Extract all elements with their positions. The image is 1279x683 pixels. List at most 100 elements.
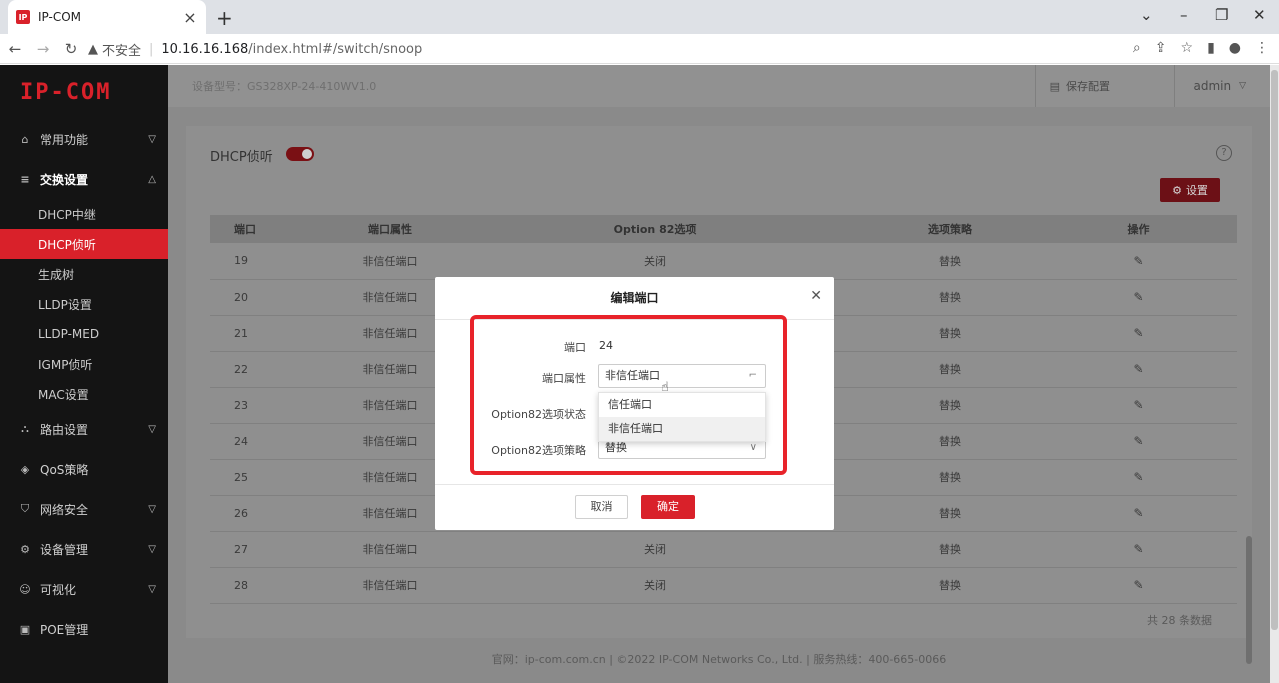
- cell-port: 28: [210, 567, 330, 604]
- zoom-icon[interactable]: ⌕: [1133, 40, 1141, 56]
- sidebar-group-label: 网络安全: [40, 502, 89, 517]
- star-icon[interactable]: ☆: [1181, 40, 1194, 56]
- edit-icon[interactable]: ✎: [1133, 326, 1143, 340]
- back-icon[interactable]: ←: [2, 40, 28, 58]
- shield-icon: ⛉: [20, 502, 30, 515]
- port-label: 端口: [564, 341, 586, 354]
- port-attr-dropdown: 信任端口 非信任端口: [598, 392, 766, 442]
- gear-icon: ⚙: [20, 542, 30, 556]
- dialog-title: 编辑端口: [610, 291, 659, 305]
- tab-title: IP-COM: [38, 10, 82, 24]
- sidebar-item-igmp[interactable]: IGMP侦听: [0, 349, 168, 379]
- cell-port: 26: [210, 495, 330, 532]
- edit-icon[interactable]: ✎: [1133, 434, 1143, 448]
- edit-icon[interactable]: ✎: [1133, 578, 1143, 592]
- sidebar-group-routing[interactable]: ⛬ 路由设置 ▽: [0, 409, 168, 449]
- address-bar: ← → ↻ ▲ 不安全 | 10.16.16.168 /index.html#/…: [0, 34, 1279, 64]
- sidebar-group-visual[interactable]: ☺ 可视化 ▽: [0, 569, 168, 609]
- sidebar-group-poe[interactable]: ▣ POE管理: [0, 609, 168, 649]
- col-action: 操作: [1040, 215, 1237, 243]
- tab-close-icon[interactable]: ×: [182, 8, 198, 27]
- reload-icon[interactable]: ↻: [58, 40, 84, 58]
- cancel-button[interactable]: 取消: [575, 495, 628, 519]
- menu-icon[interactable]: ⋮: [1255, 40, 1269, 56]
- cell-port: 25: [210, 459, 330, 496]
- favicon-icon: IP: [16, 10, 30, 24]
- sidebar-item-mac[interactable]: MAC设置: [0, 379, 168, 409]
- browser-tab[interactable]: IP IP-COM ×: [8, 0, 206, 34]
- option-untrusted[interactable]: 非信任端口: [599, 417, 765, 441]
- profile-icon[interactable]: ●: [1229, 40, 1241, 56]
- minimize-icon[interactable]: –: [1180, 6, 1188, 24]
- port-attr-label: 端口属性: [542, 372, 586, 385]
- edit-icon[interactable]: ✎: [1133, 398, 1143, 412]
- share-icon[interactable]: ⇪: [1155, 40, 1167, 56]
- table-scrollbar[interactable]: [1246, 536, 1252, 664]
- edit-icon[interactable]: ✎: [1133, 506, 1143, 520]
- sidebar-group-label: QoS策略: [40, 462, 89, 477]
- sidebar-group-label: 可视化: [40, 582, 77, 597]
- save-config-button[interactable]: ▤ 保存配置: [1034, 65, 1110, 107]
- sidebar-group-qos[interactable]: ◈ QoS策略: [0, 449, 168, 489]
- sidebar: IP-COM ⌂ 常用功能 ▽ ≡ 交换设置 △ DHCP中继 DHCP侦听 生…: [0, 65, 168, 683]
- sidebar-item-dhcp-snooping[interactable]: DHCP侦听: [0, 229, 168, 259]
- cell-action: ✎: [1040, 279, 1237, 316]
- port-attr-value: 非信任端口: [605, 369, 660, 382]
- cell-policy: 替换: [860, 459, 1040, 496]
- col-opt82: Option 82选项: [450, 215, 860, 243]
- new-tab-icon[interactable]: +: [216, 6, 233, 30]
- url-field[interactable]: ▲ 不安全 | 10.16.16.168 /index.html#/switch…: [88, 36, 1088, 62]
- close-icon[interactable]: ✕: [810, 288, 822, 304]
- confirm-button[interactable]: 确定: [641, 495, 695, 519]
- cell-action: ✎: [1040, 423, 1237, 460]
- edit-icon[interactable]: ✎: [1133, 290, 1143, 304]
- sidepanel-icon[interactable]: ▮: [1207, 40, 1215, 56]
- col-port: 端口: [210, 215, 330, 243]
- sidebar-item-dhcp-relay[interactable]: DHCP中继: [0, 199, 168, 229]
- sidebar-group-security[interactable]: ⛉ 网络安全 ▽: [0, 489, 168, 529]
- page-scrollbar[interactable]: [1271, 70, 1278, 630]
- window-close-icon[interactable]: ✕: [1253, 6, 1266, 24]
- sidebar-group-device[interactable]: ⚙ 设备管理 ▽: [0, 529, 168, 569]
- cell-policy: 替换: [860, 423, 1040, 460]
- plug-icon: ▣: [19, 622, 31, 636]
- edit-icon[interactable]: ✎: [1133, 254, 1143, 268]
- dhcp-snooping-toggle[interactable]: [286, 147, 314, 161]
- option-trusted[interactable]: 信任端口: [599, 393, 765, 417]
- chevron-down-icon: ▽: [148, 543, 156, 555]
- cell-policy: 替换: [860, 279, 1040, 316]
- cell-policy: 替换: [860, 351, 1040, 388]
- help-icon[interactable]: ?: [1216, 145, 1232, 161]
- sidebar-item-lldp-med[interactable]: LLDP-MED: [0, 319, 168, 349]
- sidebar-item-stp[interactable]: 生成树: [0, 259, 168, 289]
- cell-attr: 非信任端口: [330, 531, 450, 568]
- cell-attr: 非信任端口: [330, 387, 450, 424]
- user-menu[interactable]: admin ▽: [1174, 65, 1246, 107]
- warning-icon: ▲: [88, 41, 98, 57]
- sidebar-group-switch[interactable]: ≡ 交换设置 △: [0, 159, 168, 199]
- cell-attr: 非信任端口: [330, 315, 450, 352]
- cell-attr: 非信任端口: [330, 423, 450, 460]
- edit-icon[interactable]: ✎: [1133, 470, 1143, 484]
- save-config-label: 保存配置: [1066, 80, 1110, 93]
- cell-port: 27: [210, 531, 330, 568]
- sidebar-group-label: POE管理: [40, 622, 89, 637]
- edit-icon[interactable]: ✎: [1133, 362, 1143, 376]
- opt82-status-label: Option82选项状态: [491, 408, 586, 421]
- sidebar-group-common[interactable]: ⌂ 常用功能 ▽: [0, 119, 168, 159]
- maximize-icon[interactable]: ❐: [1215, 6, 1228, 24]
- cell-opt82: 关闭: [450, 567, 860, 604]
- cell-action: ✎: [1040, 567, 1237, 604]
- cell-port: 21: [210, 315, 330, 352]
- sidebar-item-lldp[interactable]: LLDP设置: [0, 289, 168, 319]
- cell-port: 19: [210, 243, 330, 280]
- edit-icon[interactable]: ✎: [1133, 542, 1143, 556]
- layers-icon: ◈: [20, 462, 30, 476]
- cell-action: ✎: [1040, 315, 1237, 352]
- settings-button[interactable]: ⚙ 设置: [1160, 178, 1220, 202]
- sidebar-group-label: 设备管理: [40, 542, 89, 557]
- url-host: 10.16.16.168: [161, 41, 249, 57]
- port-attr-select[interactable]: 非信任端口 ⌐: [598, 364, 766, 388]
- forward-icon[interactable]: →: [30, 40, 56, 58]
- tab-search-icon[interactable]: ⌄: [1140, 6, 1153, 24]
